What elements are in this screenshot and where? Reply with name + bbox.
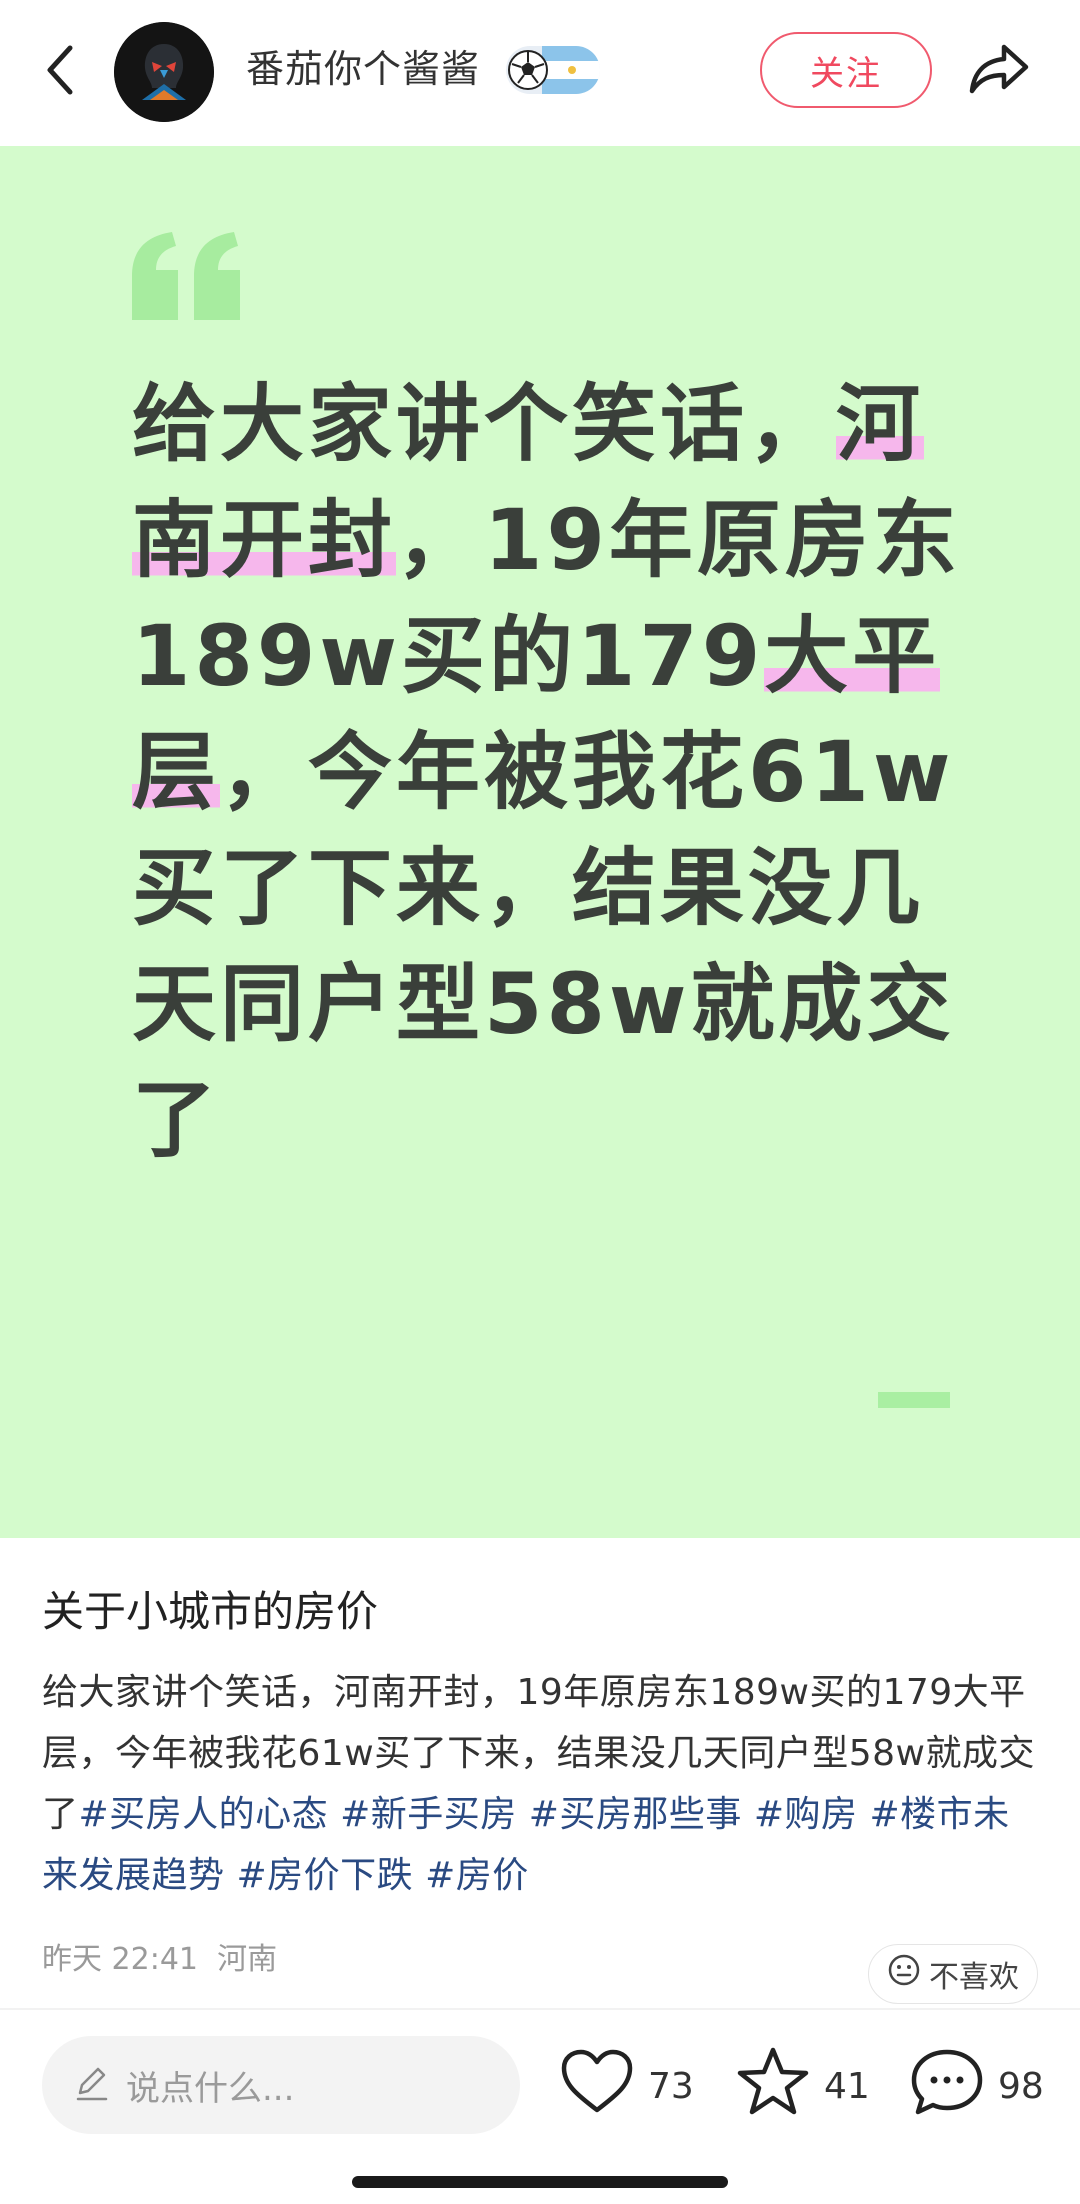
pencil-icon [72, 2063, 112, 2107]
avatar[interactable] [114, 22, 214, 122]
dislike-button[interactable]: 不喜欢 [868, 1944, 1038, 2004]
favorite-count: 41 [824, 2065, 870, 2107]
back-button[interactable] [32, 40, 88, 104]
comment-button[interactable]: 98 [910, 2046, 1044, 2126]
share-button[interactable] [964, 36, 1034, 106]
divider [0, 2008, 1080, 2010]
comment-placeholder: 说点什么... [126, 2068, 295, 2109]
like-button[interactable]: 73 [560, 2046, 694, 2126]
hashtag[interactable]: #房价 [425, 1855, 529, 1896]
top-bar: 番茄你个酱酱 关注 [0, 0, 1080, 146]
post-location: 河南 [217, 1942, 278, 1977]
post-meta: 昨天 22:41 河南 [42, 1940, 277, 1980]
username[interactable]: 番茄你个酱酱 [246, 44, 480, 94]
post-time: 昨天 22:41 [42, 1942, 198, 1977]
badge [506, 46, 600, 94]
post-title: 关于小城市的房价 [42, 1587, 379, 1636]
chevron-left-icon [42, 42, 78, 102]
quote-end-mark [878, 1392, 950, 1408]
post-body: 给大家讲个笑话，河南开封，19年原房东189w买的179大平层，今年被我花61w… [42, 1662, 1042, 1906]
follow-button[interactable]: 关注 [760, 32, 932, 108]
heart-icon [560, 2048, 634, 2125]
quote-mark-icon [128, 228, 248, 328]
comment-input[interactable]: 说点什么... [42, 2036, 520, 2134]
like-count: 73 [648, 2065, 694, 2107]
hashtag[interactable]: #买房人的心态 [79, 1794, 329, 1835]
quote-segment: 给大家讲个笑话， [132, 375, 837, 473]
hashtag[interactable]: #买房那些事 [529, 1794, 742, 1835]
neutral-face-icon [887, 1953, 921, 1995]
hashtag[interactable]: #新手买房 [340, 1794, 517, 1835]
hashtag[interactable]: #购房 [754, 1794, 858, 1835]
dislike-label: 不喜欢 [929, 1960, 1019, 1995]
quote-segment: ，今年被我花61w买了下来，结果没几天同户型58w就成交了 [132, 723, 955, 1169]
star-icon [736, 2046, 810, 2127]
hashtag[interactable]: #房价下跌 [236, 1855, 413, 1896]
chat-bubble-icon [910, 2046, 984, 2127]
quote-card[interactable]: 给大家讲个笑话，河南开封，19年原房东189w买的179大平层，今年被我花61w… [0, 146, 1080, 1538]
soccer-ball-icon [508, 50, 548, 90]
share-arrow-icon [968, 41, 1030, 101]
comment-count: 98 [998, 2065, 1044, 2107]
home-indicator[interactable] [352, 2176, 728, 2188]
quote-text: 给大家讲个笑话，河南开封，19年原房东189w买的179大平层，今年被我花61w… [132, 366, 962, 1178]
favorite-button[interactable]: 41 [736, 2046, 870, 2126]
